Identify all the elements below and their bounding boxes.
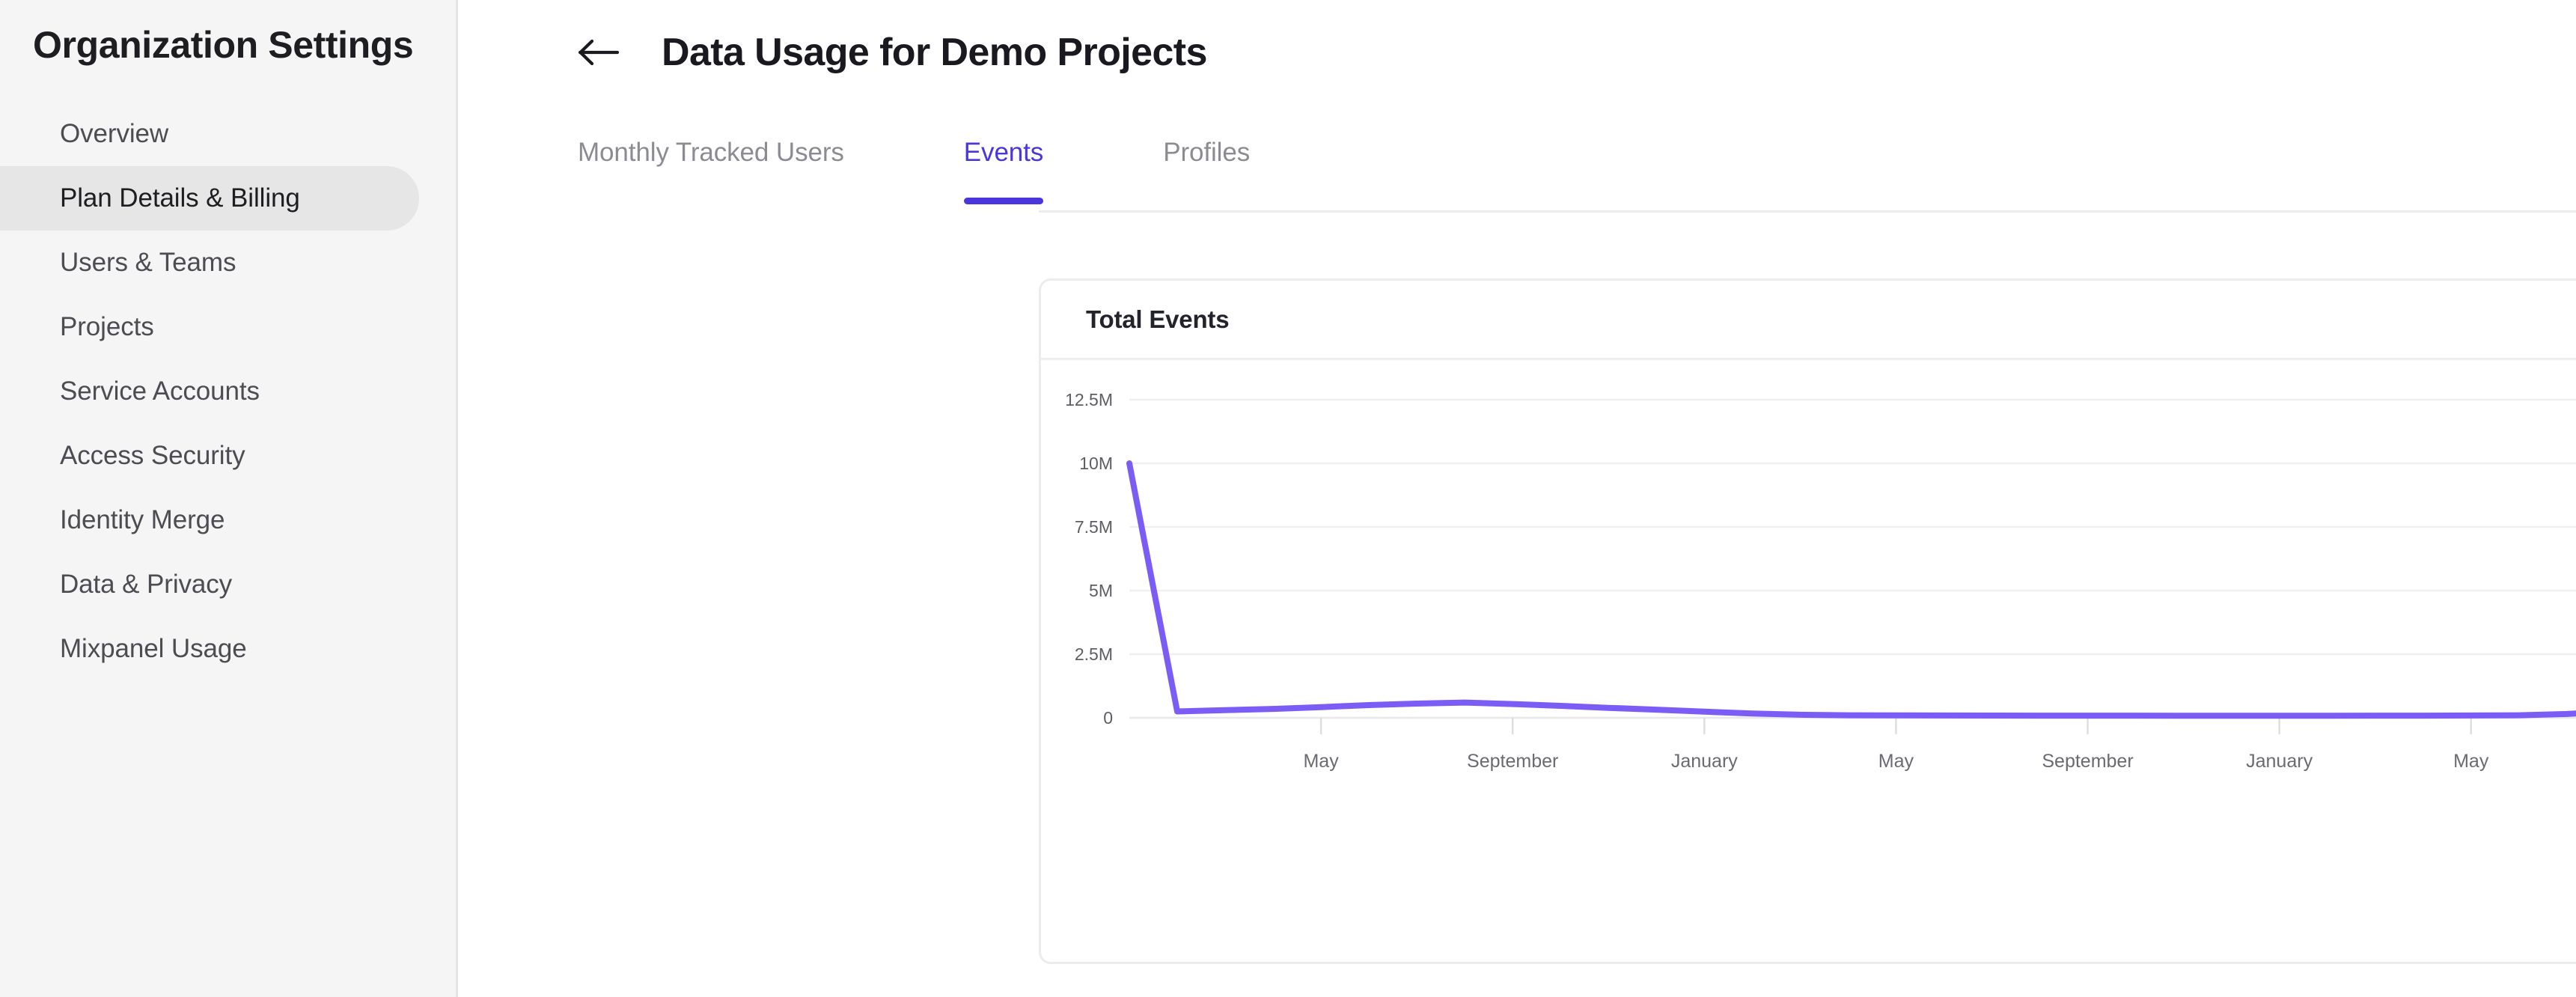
sidebar-item-label: Plan Details & Billing: [60, 183, 300, 213]
sidebar-item-projects[interactable]: Projects: [0, 295, 456, 359]
sidebar-item-mixpanel-usage[interactable]: Mixpanel Usage: [0, 617, 456, 681]
sidebar-item-data-and-privacy[interactable]: Data & Privacy: [0, 552, 456, 617]
x-axis-tick-label: January: [1671, 751, 1738, 772]
page-title: Data Usage for Demo Projects: [662, 31, 1207, 74]
sidebar-item-users-and-teams[interactable]: Users & Teams: [0, 231, 456, 295]
page-header: Data Usage for Demo Projects: [458, 19, 2576, 85]
y-axis-tick-label: 5M: [1089, 581, 1113, 600]
arrow-left-icon[interactable]: [576, 30, 621, 75]
sidebar-item-access-security[interactable]: Access Security: [0, 424, 456, 488]
tab-label: Profiles: [1163, 138, 1251, 167]
tab-underline: [963, 198, 1044, 204]
x-axis-tick-label: May: [2453, 751, 2489, 772]
sidebar-item-label: Identity Merge: [60, 505, 225, 534]
sidebar-title: Organization Settings: [33, 24, 414, 66]
sidebar-nav: Overview Plan Details & Billing Users & …: [0, 102, 456, 681]
x-axis-tick-label: May: [1878, 751, 1914, 772]
card-title: Total Events: [1086, 305, 1230, 333]
sidebar-item-label: Overview: [60, 119, 169, 148]
tab-events[interactable]: Events: [963, 132, 1044, 204]
sidebar-item-identity-merge[interactable]: Identity Merge: [0, 488, 456, 552]
chart-canvas: 0 2.5M 5M 7.5M 10M 12.5M May September January Ma…: [1065, 390, 2576, 772]
sidebar-item-service-accounts[interactable]: Service Accounts: [0, 359, 456, 424]
sidebar: Organization Settings Overview Plan Deta…: [0, 0, 458, 997]
sidebar-item-overview[interactable]: Overview: [0, 102, 456, 166]
sidebar-item-label: Projects: [60, 312, 154, 341]
card-header: Total Events: [1041, 281, 2576, 360]
tab-list: Monthly Tracked Users Events Profiles: [578, 132, 2576, 213]
y-axis-tick-label: 7.5M: [1075, 517, 1113, 537]
tab-label: Monthly Tracked Users: [578, 138, 844, 167]
sidebar-item-label: Data & Privacy: [60, 570, 233, 599]
app-root: Organization Settings Overview Plan Deta…: [0, 0, 2576, 997]
sidebar-item-label: Access Security: [60, 441, 245, 470]
tab-label: Events: [963, 138, 1044, 167]
tab-profiles[interactable]: Profiles: [1163, 132, 1250, 165]
sidebar-item-label: Users & Teams: [60, 248, 236, 277]
x-axis-tick-label: September: [1467, 751, 1558, 772]
x-axis-tick-label: May: [1303, 751, 1339, 772]
sidebar-item-label: Mixpanel Usage: [60, 634, 247, 663]
events-line-chart[interactable]: 0 2.5M 5M 7.5M 10M 12.5M May September January Ma…: [1041, 360, 2576, 962]
x-axis-tick-label: January: [2246, 751, 2313, 772]
tab-monthly-tracked-users[interactable]: Monthly Tracked Users: [578, 132, 844, 165]
sidebar-item-label: Service Accounts: [60, 376, 260, 406]
main-content: Data Usage for Demo Projects Monthly Tra…: [458, 0, 2576, 997]
y-axis-tick-label: 0: [1103, 708, 1113, 728]
y-axis-tick-label: 12.5M: [1065, 390, 1113, 409]
total-events-card: Total Events 0 2.5M 5M 7.5M 10M 12.5M May Septe…: [1039, 278, 2576, 964]
x-axis-tick-label: September: [2042, 751, 2133, 772]
y-axis-tick-label: 2.5M: [1075, 644, 1113, 664]
y-axis-tick-label: 10M: [1079, 454, 1113, 473]
tabs-divider: [1039, 210, 2576, 213]
tabs-container: Monthly Tracked Users Events Profiles: [458, 132, 2576, 213]
chart-series-line: [1126, 460, 2576, 719]
sidebar-item-plan-details-and-billing[interactable]: Plan Details & Billing: [0, 165, 419, 231]
